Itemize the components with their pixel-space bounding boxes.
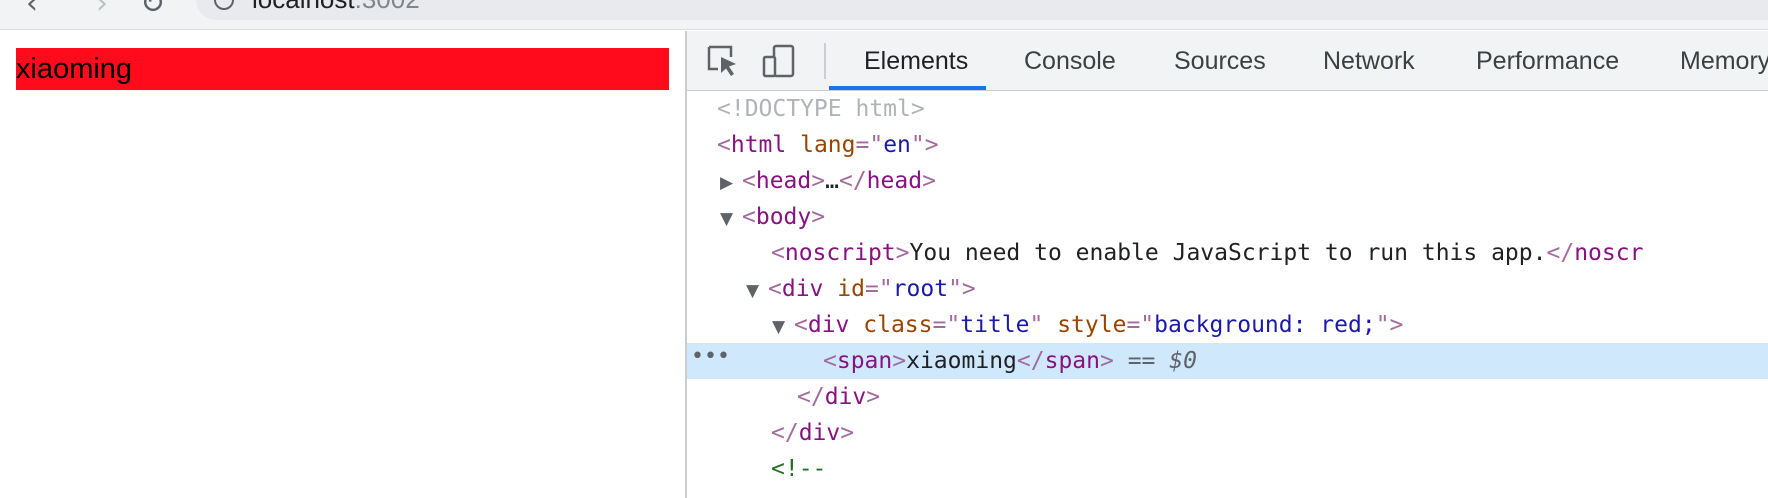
tab-memory[interactable]: Memory xyxy=(1680,31,1768,91)
browser-toolbar: ‹ › ↻ localhost:3002 xyxy=(0,0,1768,30)
expand-triangle-icon[interactable]: ▶ xyxy=(720,165,742,201)
site-info-icon[interactable] xyxy=(214,0,234,10)
doctype-text: <!DOCTYPE html> xyxy=(717,96,925,122)
address-host: localhost xyxy=(252,0,355,14)
address-port: :3002 xyxy=(355,0,420,14)
dom-node-doctype[interactable]: <!DOCTYPE html> xyxy=(687,91,1768,127)
dom-node-body[interactable]: ▼ <body> xyxy=(687,199,1768,235)
dom-node-head[interactable]: ▶ <head>…</head> xyxy=(687,163,1768,199)
collapse-triangle-icon[interactable]: ▼ xyxy=(746,273,768,309)
tab-network[interactable]: Network xyxy=(1323,31,1415,91)
title-span: xiaoming xyxy=(16,53,133,85)
active-tab-indicator xyxy=(829,86,986,90)
more-options-icon[interactable]: ••• xyxy=(691,339,730,375)
tab-performance[interactable]: Performance xyxy=(1476,31,1619,91)
dom-node-root-div-close[interactable]: </div> xyxy=(687,415,1768,451)
devtools-panel: Elements Console Sources Network Perform… xyxy=(687,31,1768,498)
tab-sources[interactable]: Sources xyxy=(1174,31,1266,91)
dom-node-noscript[interactable]: <noscript>You need to enable JavaScript … xyxy=(687,235,1768,271)
title-div: xiaoming xyxy=(16,48,669,90)
dom-node-root-div[interactable]: ▼ <div id="root"> xyxy=(687,271,1768,307)
dom-node-span-selected[interactable]: ••• <span>xiaoming</span> == $0 xyxy=(687,343,1768,379)
page-viewport: xiaoming xyxy=(0,31,685,498)
address-url: localhost:3002 xyxy=(252,0,420,15)
collapse-triangle-icon[interactable]: ▼ xyxy=(720,201,742,237)
tab-console[interactable]: Console xyxy=(1024,31,1116,91)
dom-node-title-div-close[interactable]: </div> xyxy=(687,379,1768,415)
toolbar-separator xyxy=(824,43,826,79)
dom-tree: <!DOCTYPE html> <html lang="en"> ▶ <head>… xyxy=(687,91,1768,498)
dom-node-html[interactable]: <html lang="en"> xyxy=(687,127,1768,163)
back-arrow-icon[interactable]: ‹ xyxy=(26,0,38,21)
collapse-triangle-icon[interactable]: ▼ xyxy=(772,309,794,345)
devtools-tabbar: Elements Console Sources Network Perform… xyxy=(687,31,1768,91)
device-toolbar-icon[interactable] xyxy=(761,43,797,79)
inspect-element-icon[interactable] xyxy=(705,43,741,79)
dom-node-title-div[interactable]: ▼ <div class="title" style="background: r… xyxy=(687,307,1768,343)
tab-elements[interactable]: Elements xyxy=(864,31,968,91)
dom-node-comment[interactable]: <!-- xyxy=(687,451,1768,487)
address-bar[interactable]: localhost:3002 xyxy=(196,0,1768,20)
reload-icon[interactable]: ↻ xyxy=(140,0,165,21)
forward-arrow-icon[interactable]: › xyxy=(96,0,108,21)
